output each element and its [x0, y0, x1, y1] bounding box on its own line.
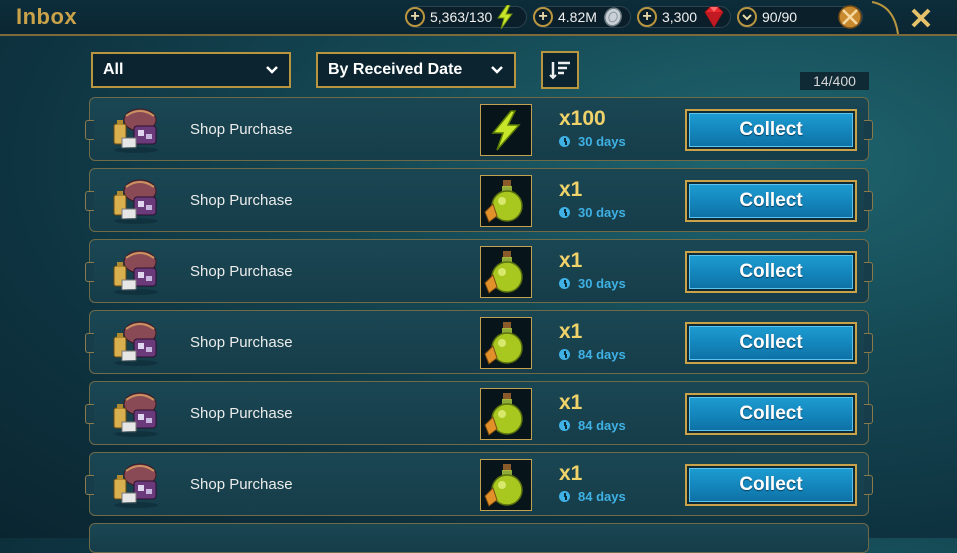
reward-quantity: x1: [559, 320, 583, 343]
lightning-icon: [491, 110, 521, 151]
expiry-text: 84 days: [578, 347, 626, 362]
message-row: Shop Purchase x1 30 days Collect: [85, 239, 873, 303]
gems-resource: + 3,300: [637, 6, 731, 28]
expiry-text: 30 days: [578, 205, 626, 220]
ruby-icon: [704, 6, 724, 28]
collect-button[interactable]: Collect: [685, 464, 857, 506]
reward-quantity: x1: [559, 249, 583, 272]
energy-resource: + 5,363/130: [405, 5, 527, 29]
expiry-timer: 84 days: [559, 489, 626, 504]
page-title: Inbox: [16, 4, 78, 29]
message-title: Shop Purchase: [190, 334, 293, 351]
potion-icon: [484, 322, 523, 365]
reward-item-slot[interactable]: [480, 175, 532, 227]
reward-quantity: x1: [559, 462, 583, 485]
expiry-text: 84 days: [578, 489, 626, 504]
message-row: Shop Purchase x1 84 days Collect: [85, 452, 873, 516]
add-energy-button[interactable]: +: [405, 7, 425, 27]
collect-button-label: Collect: [689, 255, 853, 289]
expiry-text: 84 days: [578, 418, 626, 433]
message-row-partial: [89, 523, 869, 553]
lightning-icon: [497, 5, 514, 29]
collect-button-label: Collect: [689, 326, 853, 360]
clock-icon: [559, 349, 570, 360]
loot-pile-icon: [113, 250, 158, 295]
energy-value: 5,363/130: [430, 9, 493, 25]
message-title: Shop Purchase: [190, 476, 293, 493]
expiry-timer: 84 days: [559, 418, 626, 433]
reward-item-slot[interactable]: [480, 246, 532, 298]
collect-button[interactable]: Collect: [685, 109, 857, 151]
header-ornament: [871, 1, 899, 35]
potion-icon: [484, 180, 523, 223]
arena-tokens-resource: 90/90: [737, 5, 863, 29]
sort-by-value: By Received Date: [328, 61, 463, 78]
silver-value: 4.82M: [558, 9, 597, 25]
clock-icon: [559, 207, 570, 218]
loot-pile-icon: [113, 463, 158, 508]
message-title: Shop Purchase: [190, 192, 293, 209]
clock-icon: [559, 420, 570, 431]
reward-item-slot[interactable]: [480, 459, 532, 511]
type-filter-value: All: [103, 61, 124, 78]
top-bar: Inbox + 5,363/130 + 4.82M + 3,300 90/90: [0, 0, 957, 36]
chevron-down-icon: [491, 66, 503, 74]
loot-pile-icon: [113, 321, 158, 366]
message-row: Shop Purchase x1 84 days Collect: [85, 381, 873, 445]
expiry-text: 30 days: [578, 276, 626, 291]
sort-by-dropdown[interactable]: By Received Date: [316, 52, 516, 88]
reward-item-slot[interactable]: [480, 388, 532, 440]
type-filter-dropdown[interactable]: All: [91, 52, 291, 88]
collect-button-label: Collect: [689, 113, 853, 147]
collect-button-label: Collect: [689, 397, 853, 431]
collect-button[interactable]: Collect: [685, 393, 857, 435]
potion-icon: [484, 393, 523, 436]
chevron-down-icon: [266, 66, 278, 74]
potion-icon: [484, 251, 523, 294]
expiry-text: 30 days: [578, 134, 626, 149]
gems-value: 3,300: [662, 9, 698, 25]
close-icon: [911, 8, 931, 28]
potion-icon: [484, 464, 523, 507]
expand-tokens-button[interactable]: [737, 7, 757, 27]
message-title: Shop Purchase: [190, 121, 293, 138]
message-row: Shop Purchase x1 84 days Collect: [85, 310, 873, 374]
collect-button[interactable]: Collect: [685, 322, 857, 364]
clock-icon: [559, 136, 570, 147]
reward-quantity: x1: [559, 391, 583, 414]
silver-coin-icon: [603, 7, 622, 27]
close-button[interactable]: [907, 4, 935, 32]
reward-quantity: x100: [559, 107, 606, 130]
expiry-timer: 84 days: [559, 347, 626, 362]
message-row: Shop Purchase x1 30 days Collect: [85, 168, 873, 232]
reward-item-slot[interactable]: [480, 104, 532, 156]
collect-button[interactable]: Collect: [685, 180, 857, 222]
collect-button[interactable]: Collect: [685, 251, 857, 293]
add-gems-button[interactable]: +: [637, 7, 657, 27]
collect-button-label: Collect: [689, 468, 853, 502]
inbox-count: 14/400: [800, 72, 869, 90]
sort-order-icon: [549, 61, 570, 80]
reward-item-slot[interactable]: [480, 317, 532, 369]
message-row: Shop Purchase x100 30 days Collect: [85, 97, 873, 161]
message-title: Shop Purchase: [190, 263, 293, 280]
message-title: Shop Purchase: [190, 405, 293, 422]
collect-button-label: Collect: [689, 184, 853, 218]
reward-quantity: x1: [559, 178, 583, 201]
crossed-swords-icon: [838, 5, 862, 29]
expiry-timer: 30 days: [559, 134, 626, 149]
expiry-timer: 30 days: [559, 205, 626, 220]
loot-pile-icon: [113, 179, 158, 224]
add-silver-button[interactable]: +: [533, 7, 553, 27]
silver-resource: + 4.82M: [533, 6, 631, 28]
sort-order-button[interactable]: [541, 51, 579, 89]
arena-tokens-value: 90/90: [762, 9, 798, 25]
loot-pile-icon: [113, 108, 158, 153]
clock-icon: [559, 278, 570, 289]
expiry-timer: 30 days: [559, 276, 626, 291]
loot-pile-icon: [113, 392, 158, 437]
clock-icon: [559, 491, 570, 502]
